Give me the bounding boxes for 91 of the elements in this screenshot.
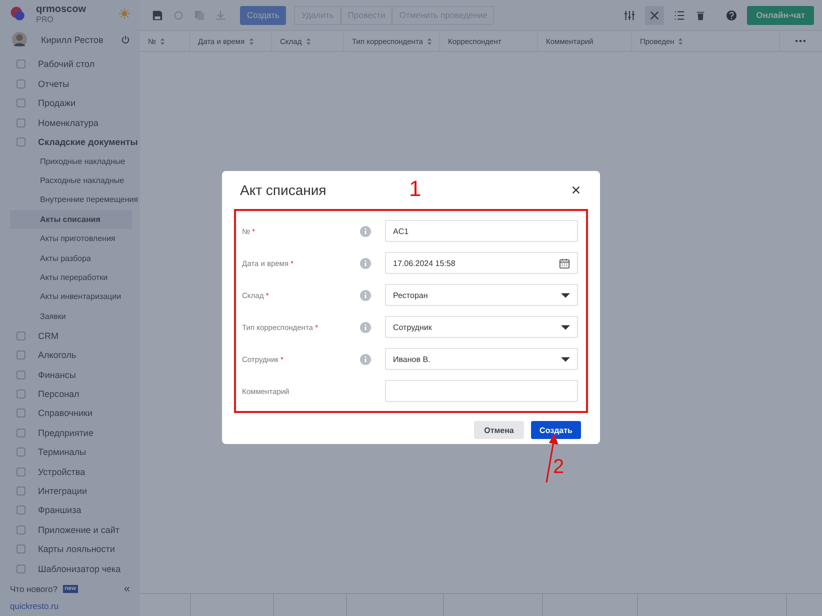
- select-field[interactable]: Ресторан: [385, 284, 578, 306]
- dropdown-caret-icon: [561, 356, 570, 362]
- help-icon[interactable]: [726, 10, 738, 20]
- sidebar-item[interactable]: Финансы: [0, 364, 140, 384]
- sidebar-subitem[interactable]: Расходные накладные: [0, 171, 140, 190]
- sidebar-subitem[interactable]: Заявки: [0, 306, 140, 326]
- sort-icon: [678, 38, 684, 44]
- sidebar-subitem[interactable]: Акты списания: [10, 210, 132, 230]
- square-icon: [16, 408, 26, 418]
- square-icon: [16, 59, 26, 70]
- dropdown-caret-icon: [561, 292, 570, 298]
- calendar-icon: [559, 258, 570, 268]
- input-field[interactable]: [385, 380, 578, 402]
- sidebar-item[interactable]: Алкоголь: [0, 346, 140, 365]
- more-icon[interactable]: [795, 39, 806, 43]
- sidebar-subitem[interactable]: Акты разбора: [0, 248, 140, 268]
- sidebar-subitem[interactable]: Акты инвентаризации: [0, 287, 140, 307]
- square-icon: [16, 389, 26, 400]
- sliders-icon[interactable]: [624, 10, 636, 20]
- square-icon: [16, 486, 26, 496]
- trash-icon[interactable]: [695, 10, 706, 20]
- sort-icon: [306, 38, 311, 44]
- create-button[interactable]: Создать: [531, 421, 581, 439]
- info-icon[interactable]: [360, 290, 371, 300]
- square-icon: [16, 428, 26, 438]
- sidebar-item[interactable]: CRM: [0, 326, 140, 346]
- square-icon: [16, 350, 26, 360]
- sidebar-subitem[interactable]: Акты приготовления: [0, 229, 140, 249]
- square-icon: [16, 78, 26, 89]
- site-link[interactable]: quickresto.ru: [0, 595, 140, 616]
- square-icon: [16, 466, 26, 477]
- sidebar-item[interactable]: Устройства: [0, 462, 140, 482]
- select-field[interactable]: Сотрудник: [385, 316, 578, 338]
- sidebar-subitem[interactable]: Приходные накладные: [0, 152, 140, 172]
- info-icon[interactable]: [360, 322, 371, 332]
- square-icon: [16, 524, 26, 535]
- square-icon: [16, 447, 26, 458]
- copy-icon[interactable]: [194, 10, 205, 20]
- dialog-title: Акт списания: [240, 182, 326, 198]
- sidebar-item[interactable]: Карты лояльности: [0, 539, 140, 559]
- sidebar-item[interactable]: Складские документы: [0, 132, 140, 152]
- cancel-button[interactable]: Отмена: [474, 421, 524, 439]
- info-icon[interactable]: [360, 226, 371, 236]
- square-icon: [16, 98, 26, 108]
- annotation-number: 2: [553, 456, 564, 479]
- sidebar-item[interactable]: Приложение и сайт: [0, 520, 140, 540]
- sidebar-item[interactable]: Интеграции: [0, 481, 140, 501]
- dropdown-caret-icon: [561, 324, 570, 330]
- input-field[interactable]: AC1: [385, 220, 578, 242]
- sidebar-item[interactable]: Отчеты: [0, 74, 140, 94]
- sidebar-item[interactable]: Терминалы: [0, 442, 140, 462]
- square-icon: [16, 544, 26, 554]
- list-icon[interactable]: [674, 10, 686, 20]
- brand-name: qrmoscow: [36, 4, 88, 15]
- sidebar-item[interactable]: Персонал: [0, 384, 140, 404]
- logo-icon: [10, 6, 26, 22]
- sidebar-subitem[interactable]: Акты переработки: [0, 268, 140, 288]
- sidebar-item[interactable]: Рабочий стол: [0, 54, 140, 74]
- square-icon: [16, 564, 26, 574]
- date-field[interactable]: 17.06.2024 15:58: [385, 252, 578, 274]
- square-icon: [16, 136, 26, 147]
- plan-label: PRO: [36, 14, 54, 24]
- close-icon[interactable]: [572, 186, 580, 194]
- chat-button[interactable]: Онлайн-чат: [747, 6, 814, 24]
- info-icon[interactable]: [360, 258, 371, 268]
- power-icon[interactable]: [121, 35, 130, 44]
- sidebar-item[interactable]: Номенклатура: [0, 112, 140, 132]
- user-name: Кирилл Рестов: [41, 34, 104, 45]
- sidebar-item[interactable]: Франшиза: [0, 500, 140, 520]
- sort-icon: [248, 38, 254, 44]
- sidebar-item[interactable]: Предприятие: [0, 423, 140, 443]
- info-icon[interactable]: [360, 354, 371, 364]
- sort-icon: [426, 38, 432, 44]
- sort-icon: [160, 38, 166, 44]
- avatar-icon: [12, 32, 27, 48]
- square-icon: [16, 118, 26, 128]
- sidebar-item[interactable]: Справочники: [0, 404, 140, 424]
- toolbar-button[interactable]: Создать: [240, 6, 286, 24]
- collapse-button[interactable]: «: [124, 582, 130, 595]
- square-icon: [16, 505, 26, 516]
- square-icon: [16, 330, 26, 341]
- square-icon: [16, 370, 26, 380]
- download-icon[interactable]: [215, 10, 226, 20]
- sidebar-item[interactable]: Шаблонизатор чека: [0, 558, 140, 578]
- select-field[interactable]: Иванов В.: [385, 348, 578, 370]
- annotation-number: 1: [409, 176, 422, 202]
- whats-new-link[interactable]: Что нового?: [10, 584, 58, 594]
- sidebar-subitem[interactable]: Внутренние перемещения: [0, 190, 140, 210]
- sidebar-item[interactable]: Продажи: [0, 94, 140, 113]
- save-icon[interactable]: [152, 10, 163, 20]
- sun-icon[interactable]: [119, 8, 130, 20]
